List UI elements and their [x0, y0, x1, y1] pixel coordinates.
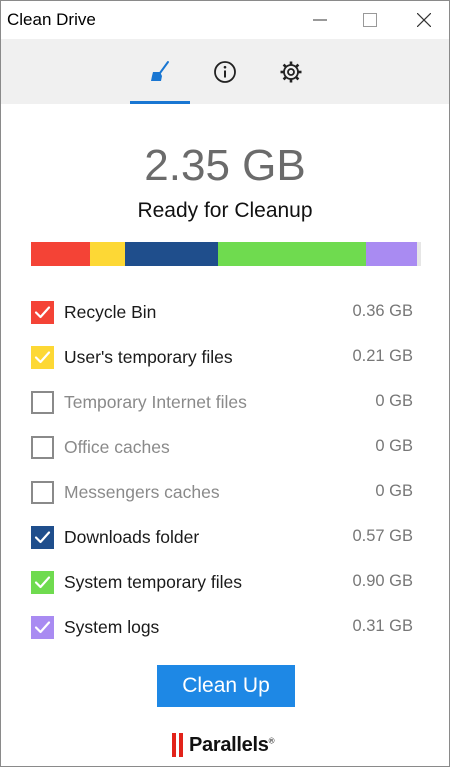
minimize-icon: [313, 19, 327, 21]
usage-segment-1: [90, 242, 125, 266]
list-item[interactable]: Temporary Internet files 0 GB: [1, 380, 449, 425]
item-checkbox[interactable]: [31, 616, 54, 639]
window-title: Clean Drive: [7, 10, 96, 29]
tab-info[interactable]: [195, 39, 255, 104]
item-label: System logs: [64, 617, 160, 637]
total-size: 2.35 GB: [144, 141, 306, 190]
usage-segment-3: [218, 242, 367, 266]
cleanup-item-list: Recycle Bin 0.36 GB User's temporary files…: [1, 290, 449, 650]
title-bar: Clean Drive: [1, 1, 449, 39]
list-item[interactable]: System temporary files 0.90 GB: [1, 560, 449, 605]
checkmark-icon: [34, 351, 51, 364]
parallels-bars-icon: [172, 733, 186, 757]
tab-cleanup[interactable]: [130, 39, 190, 104]
tab-settings[interactable]: [261, 39, 321, 104]
broom-icon: [151, 60, 169, 81]
item-size: 0 GB: [375, 437, 413, 455]
usage-segment-2: [124, 242, 219, 266]
maximize-icon: [363, 13, 377, 27]
list-item[interactable]: System logs 0.31 GB: [1, 605, 449, 650]
item-checkbox[interactable]: [31, 301, 54, 324]
item-label: Messengers caches: [64, 482, 220, 502]
clean-up-button[interactable]: Clean Up: [157, 665, 295, 707]
parallels-logo: Parallels®: [172, 732, 274, 758]
item-checkbox[interactable]: [31, 346, 54, 369]
checkmark-icon: [34, 576, 51, 589]
item-checkbox[interactable]: [31, 526, 54, 549]
close-button[interactable]: [399, 1, 449, 39]
item-label: Temporary Internet files: [64, 392, 247, 412]
usage-segment-4: [366, 242, 418, 266]
gear-icon: [280, 61, 302, 82]
item-size: 0 GB: [375, 482, 413, 500]
minimize-button[interactable]: [295, 1, 345, 39]
checkmark-icon: [34, 531, 51, 544]
item-size: 0.57 GB: [352, 527, 413, 545]
item-size: 0.90 GB: [352, 572, 413, 590]
item-label: System temporary files: [64, 572, 242, 592]
item-label: Office caches: [64, 437, 170, 457]
item-checkbox[interactable]: [31, 481, 54, 504]
clean-drive-window: Clean Drive 2.35 GB Ready for Cleanup Re…: [0, 0, 450, 767]
item-label: User's temporary files: [64, 347, 233, 367]
active-tab-indicator: [130, 101, 190, 104]
item-size: 0.21 GB: [352, 347, 413, 365]
list-item[interactable]: Office caches 0 GB: [1, 425, 449, 470]
tab-bar: [1, 39, 449, 104]
brand-name: Parallels®: [189, 733, 275, 756]
close-icon: [417, 13, 431, 27]
list-item[interactable]: Recycle Bin 0.36 GB: [1, 290, 449, 335]
item-size: 0 GB: [375, 392, 413, 410]
usage-segment-0: [31, 242, 91, 266]
checkmark-icon: [34, 621, 51, 634]
item-checkbox[interactable]: [31, 571, 54, 594]
item-checkbox[interactable]: [31, 436, 54, 459]
item-checkbox[interactable]: [31, 391, 54, 414]
cleanup-status: Ready for Cleanup: [137, 199, 313, 222]
checkmark-icon: [34, 306, 51, 319]
maximize-button[interactable]: [345, 1, 395, 39]
item-size: 0.36 GB: [352, 302, 413, 320]
info-icon: [214, 60, 236, 83]
usage-bar: [31, 242, 421, 266]
list-item[interactable]: Downloads folder 0.57 GB: [1, 515, 449, 560]
list-item[interactable]: User's temporary files 0.21 GB: [1, 335, 449, 380]
item-label: Downloads folder: [64, 527, 200, 547]
item-label: Recycle Bin: [64, 302, 157, 322]
item-size: 0.31 GB: [352, 617, 413, 635]
list-item[interactable]: Messengers caches 0 GB: [1, 470, 449, 515]
